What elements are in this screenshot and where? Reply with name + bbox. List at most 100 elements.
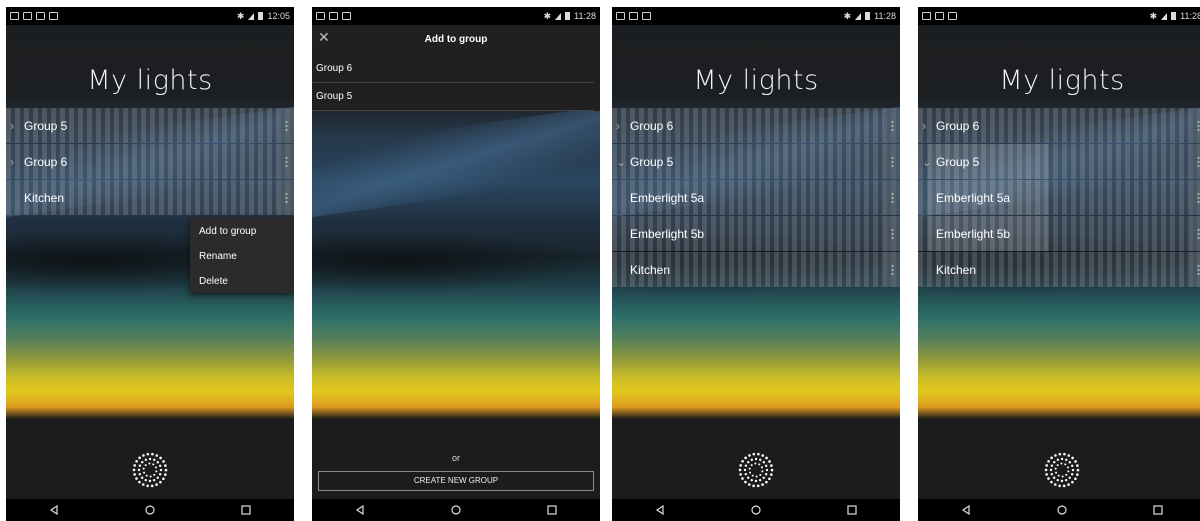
group-row[interactable]: › Group 6 xyxy=(612,108,900,143)
more-vert-icon[interactable] xyxy=(891,120,894,131)
light-row[interactable]: Emberlight 5a xyxy=(918,180,1200,215)
screen-add-to-group: ✱ 11:28 ✕ Add to group Group 6 Group 5 or… xyxy=(312,7,600,521)
screen-my-lights-dimmed: ✱ 11:28 My lights › Group 6 ⌄ Group 5 Emb… xyxy=(918,7,1200,521)
light-row[interactable]: Emberlight 5a xyxy=(612,180,900,215)
home-icon xyxy=(751,505,761,515)
menu-item-add-to-group[interactable]: Add to group xyxy=(190,221,294,246)
more-vert-icon[interactable] xyxy=(285,156,288,167)
signal-icon xyxy=(555,12,562,20)
recents-button[interactable] xyxy=(537,500,567,520)
bluetooth-icon: ✱ xyxy=(543,10,552,21)
page-title: My lights xyxy=(999,65,1125,96)
chevron-down-icon[interactable]: ⌄ xyxy=(922,155,932,169)
menu-item-delete[interactable]: Delete xyxy=(190,271,294,296)
group-option[interactable]: Group 5 xyxy=(312,83,594,111)
battery-icon xyxy=(258,12,264,20)
recents-icon xyxy=(1153,505,1163,515)
status-time: 11:28 xyxy=(874,11,896,21)
light-row[interactable]: Kitchen xyxy=(918,252,1200,287)
back-button[interactable] xyxy=(345,500,375,520)
back-button[interactable] xyxy=(951,500,981,520)
notification-icon xyxy=(935,12,944,20)
group-option[interactable]: Group 6 xyxy=(312,55,594,83)
recents-button[interactable] xyxy=(837,500,867,520)
create-new-group-button[interactable]: CREATE NEW GROUP xyxy=(318,471,594,491)
signal-icon xyxy=(855,12,862,20)
bluetooth-icon: ✱ xyxy=(843,10,852,21)
lights-list: › Group 6 ⌄ Group 5 Emberlight 5a Emberl… xyxy=(918,108,1200,288)
home-button[interactable] xyxy=(135,500,165,520)
chevron-right-icon[interactable]: › xyxy=(10,155,14,169)
more-vert-icon[interactable] xyxy=(891,264,894,275)
notification-icon xyxy=(10,12,19,20)
more-vert-icon[interactable] xyxy=(891,228,894,239)
nav-bar xyxy=(312,499,600,521)
more-vert-icon[interactable] xyxy=(285,120,288,131)
lights-list: › Group 6 ⌄ Group 5 Emberlight 5a Emberl… xyxy=(612,108,900,288)
notification-icon xyxy=(616,12,625,20)
more-vert-icon[interactable] xyxy=(285,192,288,203)
emberlight-logo-icon[interactable] xyxy=(1042,450,1082,490)
dialog-title: Add to group xyxy=(424,34,488,45)
battery-icon xyxy=(1171,12,1177,20)
notification-icon xyxy=(23,12,32,20)
notification-icon xyxy=(342,12,351,20)
home-icon xyxy=(145,505,155,515)
back-icon xyxy=(655,505,664,515)
light-row[interactable]: Kitchen xyxy=(612,252,900,287)
chevron-right-icon[interactable]: › xyxy=(616,119,620,133)
notification-icon xyxy=(49,12,58,20)
chevron-down-icon[interactable]: ⌄ xyxy=(616,155,626,169)
row-label: Kitchen xyxy=(630,262,671,277)
light-row[interactable]: Emberlight 5b xyxy=(918,216,1200,251)
bluetooth-icon: ✱ xyxy=(236,10,245,21)
page-title: My lights xyxy=(693,65,819,96)
page-title: My lights xyxy=(87,65,213,96)
status-time: 11:28 xyxy=(574,11,596,21)
row-label: Group 5 xyxy=(24,118,68,133)
home-button[interactable] xyxy=(441,500,471,520)
row-label: Kitchen xyxy=(936,262,977,277)
row-label: Kitchen xyxy=(24,190,65,205)
battery-icon xyxy=(865,12,871,20)
recents-button[interactable] xyxy=(1143,500,1173,520)
emberlight-logo-icon[interactable] xyxy=(130,450,170,490)
group-row[interactable]: › Group 5 xyxy=(6,108,294,143)
emberlight-logo-icon[interactable] xyxy=(736,450,776,490)
status-bar: ✱ 11:28 xyxy=(612,7,900,25)
home-button[interactable] xyxy=(1047,500,1077,520)
more-vert-icon[interactable] xyxy=(891,156,894,167)
create-group-area: or CREATE NEW GROUP xyxy=(312,419,600,499)
alarm-icon xyxy=(36,12,45,20)
row-label: Group 6 xyxy=(630,118,674,133)
group-row[interactable]: › Group 6 xyxy=(918,108,1200,143)
row-label: Emberlight 5b xyxy=(630,226,705,241)
nav-bar xyxy=(612,499,900,521)
light-row[interactable]: Kitchen xyxy=(6,180,294,215)
or-text: or xyxy=(451,453,460,463)
group-row[interactable]: ⌄ Group 5 xyxy=(612,144,900,179)
signal-icon xyxy=(248,12,255,20)
back-icon xyxy=(49,505,58,515)
chevron-right-icon[interactable]: › xyxy=(10,119,14,133)
row-label: Emberlight 5b xyxy=(936,226,1011,241)
group-row[interactable]: › Group 6 xyxy=(6,144,294,179)
status-bar: ✱ 12:05 xyxy=(6,7,294,25)
cloud-band xyxy=(312,232,600,292)
recents-icon xyxy=(241,505,251,515)
light-row[interactable]: Emberlight 5b xyxy=(612,216,900,251)
back-button[interactable] xyxy=(645,500,675,520)
bluetooth-icon: ✱ xyxy=(1149,10,1158,21)
lights-list: › Group 5 › Group 6 Kitchen xyxy=(6,108,294,216)
menu-item-rename[interactable]: Rename xyxy=(190,246,294,271)
group-row[interactable]: ⌄ Group 5 xyxy=(918,144,1200,179)
recents-button[interactable] xyxy=(231,500,261,520)
back-button[interactable] xyxy=(39,500,69,520)
row-label: Emberlight 5a xyxy=(630,190,705,205)
row-label: Group 5 xyxy=(936,154,980,169)
home-button[interactable] xyxy=(741,500,771,520)
more-vert-icon[interactable] xyxy=(891,192,894,203)
chevron-right-icon[interactable]: › xyxy=(922,119,926,133)
back-icon xyxy=(961,505,970,515)
notification-icon xyxy=(316,12,325,20)
